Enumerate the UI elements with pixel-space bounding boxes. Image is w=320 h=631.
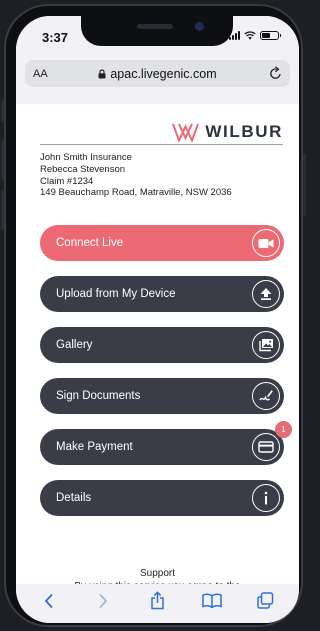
wilbur-logo-icon	[172, 123, 200, 142]
info-icon	[252, 484, 280, 512]
sign-documents-label: Sign Documents	[56, 390, 141, 402]
upload-from-device-button[interactable]: Upload from My Device	[40, 276, 284, 312]
tabs-icon	[257, 592, 274, 609]
details-button[interactable]: Details	[40, 480, 284, 516]
insurer-name: John Smith Insurance	[40, 152, 132, 163]
back-button[interactable]	[35, 588, 63, 614]
forward-icon	[99, 593, 108, 608]
battery-icon	[260, 31, 281, 40]
status-icons	[229, 31, 281, 40]
claim-address: 149 Beauchamp Road, Matraville, NSW 2036	[40, 187, 232, 199]
connect-live-button[interactable]: Connect Live	[40, 225, 284, 261]
video-camera-icon	[252, 229, 280, 257]
url-text: apac.livegenic.com	[110, 66, 217, 81]
gallery-label: Gallery	[56, 339, 93, 351]
volume-up-button	[1, 140, 4, 180]
share-button[interactable]	[143, 588, 171, 614]
brand-logo: WILBUR	[172, 122, 283, 142]
make-payment-label: Make Payment	[56, 441, 133, 453]
page-content: WILBUR John Smith Insurance Rebecca Stev…	[16, 104, 299, 592]
tabs-button[interactable]	[252, 588, 280, 614]
lock-icon	[98, 68, 106, 78]
claim-number: Claim #1234	[40, 175, 94, 187]
signature-icon	[252, 382, 280, 410]
volume-down-button	[1, 190, 4, 230]
address-bar[interactable]: AA apac.livegenic.com	[25, 60, 290, 87]
bookmarks-button[interactable]	[198, 588, 226, 614]
header-divider	[40, 144, 283, 145]
gallery-button[interactable]: Gallery	[40, 327, 284, 363]
forward-button[interactable]	[89, 588, 117, 614]
upload-label: Upload from My Device	[56, 288, 176, 300]
upload-icon	[252, 280, 280, 308]
phone-frame: 3:37 AA apac.livegenic.com WILBUR John S…	[1, 4, 306, 627]
status-time: 3:37	[42, 30, 69, 45]
front-camera	[195, 22, 204, 31]
claim-address-block: John Smith Insurance Rebecca Stevenson C…	[40, 152, 232, 199]
notification-badge: 1	[275, 421, 292, 438]
back-icon	[44, 593, 53, 608]
credit-card-icon	[252, 433, 280, 461]
claimant-name: Rebecca Stevenson	[40, 163, 126, 175]
speaker	[137, 24, 173, 29]
details-label: Details	[56, 492, 92, 504]
notch	[81, 16, 233, 46]
url-display[interactable]: apac.livegenic.com	[25, 67, 290, 81]
connect-live-label: Connect Live	[56, 237, 124, 249]
power-button	[303, 154, 306, 216]
sign-documents-button[interactable]: Sign Documents	[40, 378, 284, 414]
browser-toolbar	[16, 584, 299, 623]
phone-screen: 3:37 AA apac.livegenic.com WILBUR John S…	[16, 16, 299, 623]
reload-icon[interactable]	[269, 66, 282, 80]
bookmarks-icon	[201, 593, 222, 608]
brand-name: WILBUR	[205, 122, 283, 141]
make-payment-button[interactable]: Make Payment 1	[40, 421, 292, 465]
support-link[interactable]: Support	[16, 567, 299, 580]
mute-switch	[1, 100, 4, 122]
text-size-button[interactable]: AA	[33, 68, 48, 80]
wifi-icon	[244, 31, 256, 40]
share-icon	[151, 591, 164, 610]
image-gallery-icon	[252, 331, 280, 359]
